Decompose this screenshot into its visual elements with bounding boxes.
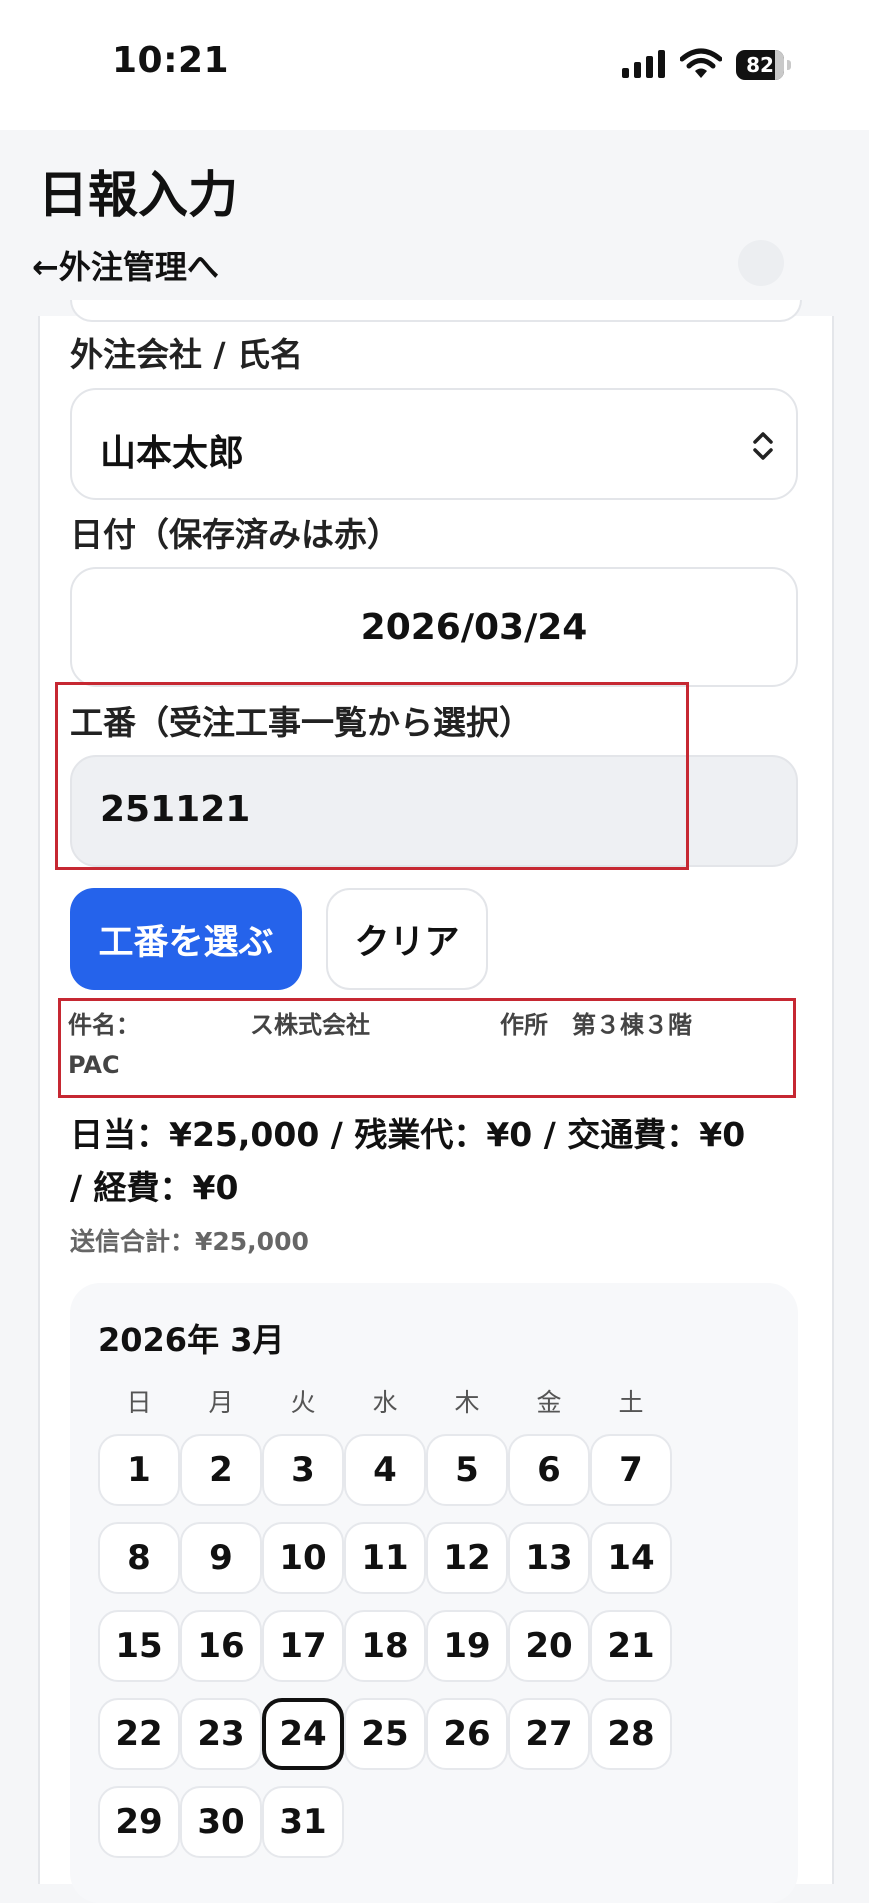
calendar-day[interactable]: 8 — [98, 1522, 180, 1594]
subject-highlight-box — [58, 998, 796, 1098]
calendar-title: 2026年 3月 — [98, 1321, 285, 1359]
date-value: 2026/03/24 — [360, 607, 588, 648]
send-total: 送信合計：¥25,000 — [70, 1227, 309, 1256]
calendar-day[interactable]: 19 — [426, 1610, 508, 1682]
date-input[interactable]: 2026/03/24 — [70, 567, 798, 687]
summary-line1: 日当：¥25,000 / 残業代：¥0 / 交通費：¥0 — [70, 1115, 746, 1154]
header-action-button[interactable] — [738, 240, 784, 286]
battery-percentage: 82 — [746, 53, 774, 77]
back-to-outsourcing-link[interactable]: ←外注管理へ — [32, 242, 219, 288]
weekday-label: 月 — [208, 1388, 234, 1417]
clear-button[interactable]: クリア — [326, 888, 488, 990]
calendar-day[interactable]: 16 — [180, 1610, 262, 1682]
cost-summary: 日当：¥25,000 / 残業代：¥0 / 交通費：¥0 / 経費：¥0 — [70, 1108, 800, 1214]
calendar-day[interactable]: 14 — [590, 1522, 672, 1594]
status-bar: 10:21 82 — [0, 0, 869, 130]
calendar-day[interactable]: 20 — [508, 1610, 590, 1682]
calendar-day[interactable]: 18 — [344, 1610, 426, 1682]
calendar-day[interactable]: 6 — [508, 1434, 590, 1506]
calendar-day-selected[interactable]: 24 — [262, 1698, 344, 1770]
select-kouban-button[interactable]: 工番を選ぶ — [70, 888, 302, 990]
date-label: 日付（保存済みは赤） — [70, 515, 400, 554]
calendar-day[interactable]: 27 — [508, 1698, 590, 1770]
calendar-day[interactable]: 12 — [426, 1522, 508, 1594]
weekday-label: 火 — [290, 1388, 316, 1417]
wifi-icon — [680, 48, 722, 78]
summary-line2: / 経費：¥0 — [70, 1168, 239, 1207]
calendar-day[interactable]: 21 — [590, 1610, 672, 1682]
contractor-label: 外注会社 / 氏名 — [70, 335, 304, 374]
status-time: 10:21 — [112, 40, 230, 81]
kouban-highlight-box — [55, 682, 689, 870]
battery-icon: 82 — [736, 50, 796, 80]
previous-field-edge — [70, 300, 802, 322]
calendar-day[interactable]: 11 — [344, 1522, 426, 1594]
weekday-label: 日 — [126, 1388, 152, 1417]
calendar-day[interactable]: 25 — [344, 1698, 426, 1770]
weekday-label: 土 — [618, 1388, 644, 1417]
calendar-day[interactable]: 15 — [98, 1610, 180, 1682]
calendar-day[interactable]: 4 — [344, 1434, 426, 1506]
weekday-label: 金 — [536, 1388, 562, 1417]
chevron-up-down-icon — [753, 432, 773, 460]
calendar-day[interactable]: 30 — [180, 1786, 262, 1858]
calendar-day[interactable]: 31 — [262, 1786, 344, 1858]
contractor-value: 山本太郎 — [100, 433, 245, 474]
calendar-day[interactable]: 10 — [262, 1522, 344, 1594]
calendar-day[interactable]: 7 — [590, 1434, 672, 1506]
calendar-day[interactable]: 2 — [180, 1434, 262, 1506]
calendar-day[interactable]: 9 — [180, 1522, 262, 1594]
calendar-day[interactable]: 22 — [98, 1698, 180, 1770]
calendar-day[interactable]: 3 — [262, 1434, 344, 1506]
calendar-day[interactable]: 23 — [180, 1698, 262, 1770]
page-title: 日報入力 — [38, 166, 238, 224]
weekday-label: 木 — [454, 1388, 480, 1417]
calendar: 2026年 3月 日月火水木金土 1 2 3 4 5 6 7 8 9 10 11 12 13 14 15 16… — [70, 1283, 798, 1903]
calendar-day[interactable]: 28 — [590, 1698, 672, 1770]
calendar-day[interactable]: 13 — [508, 1522, 590, 1594]
calendar-day[interactable]: 1 — [98, 1434, 180, 1506]
contractor-select[interactable]: 山本太郎 — [70, 388, 798, 500]
weekday-label: 水 — [372, 1388, 398, 1417]
cellular-signal-icon — [622, 50, 665, 78]
calendar-day[interactable]: 26 — [426, 1698, 508, 1770]
calendar-day[interactable]: 29 — [98, 1786, 180, 1858]
calendar-day[interactable]: 17 — [262, 1610, 344, 1682]
calendar-day[interactable]: 5 — [426, 1434, 508, 1506]
